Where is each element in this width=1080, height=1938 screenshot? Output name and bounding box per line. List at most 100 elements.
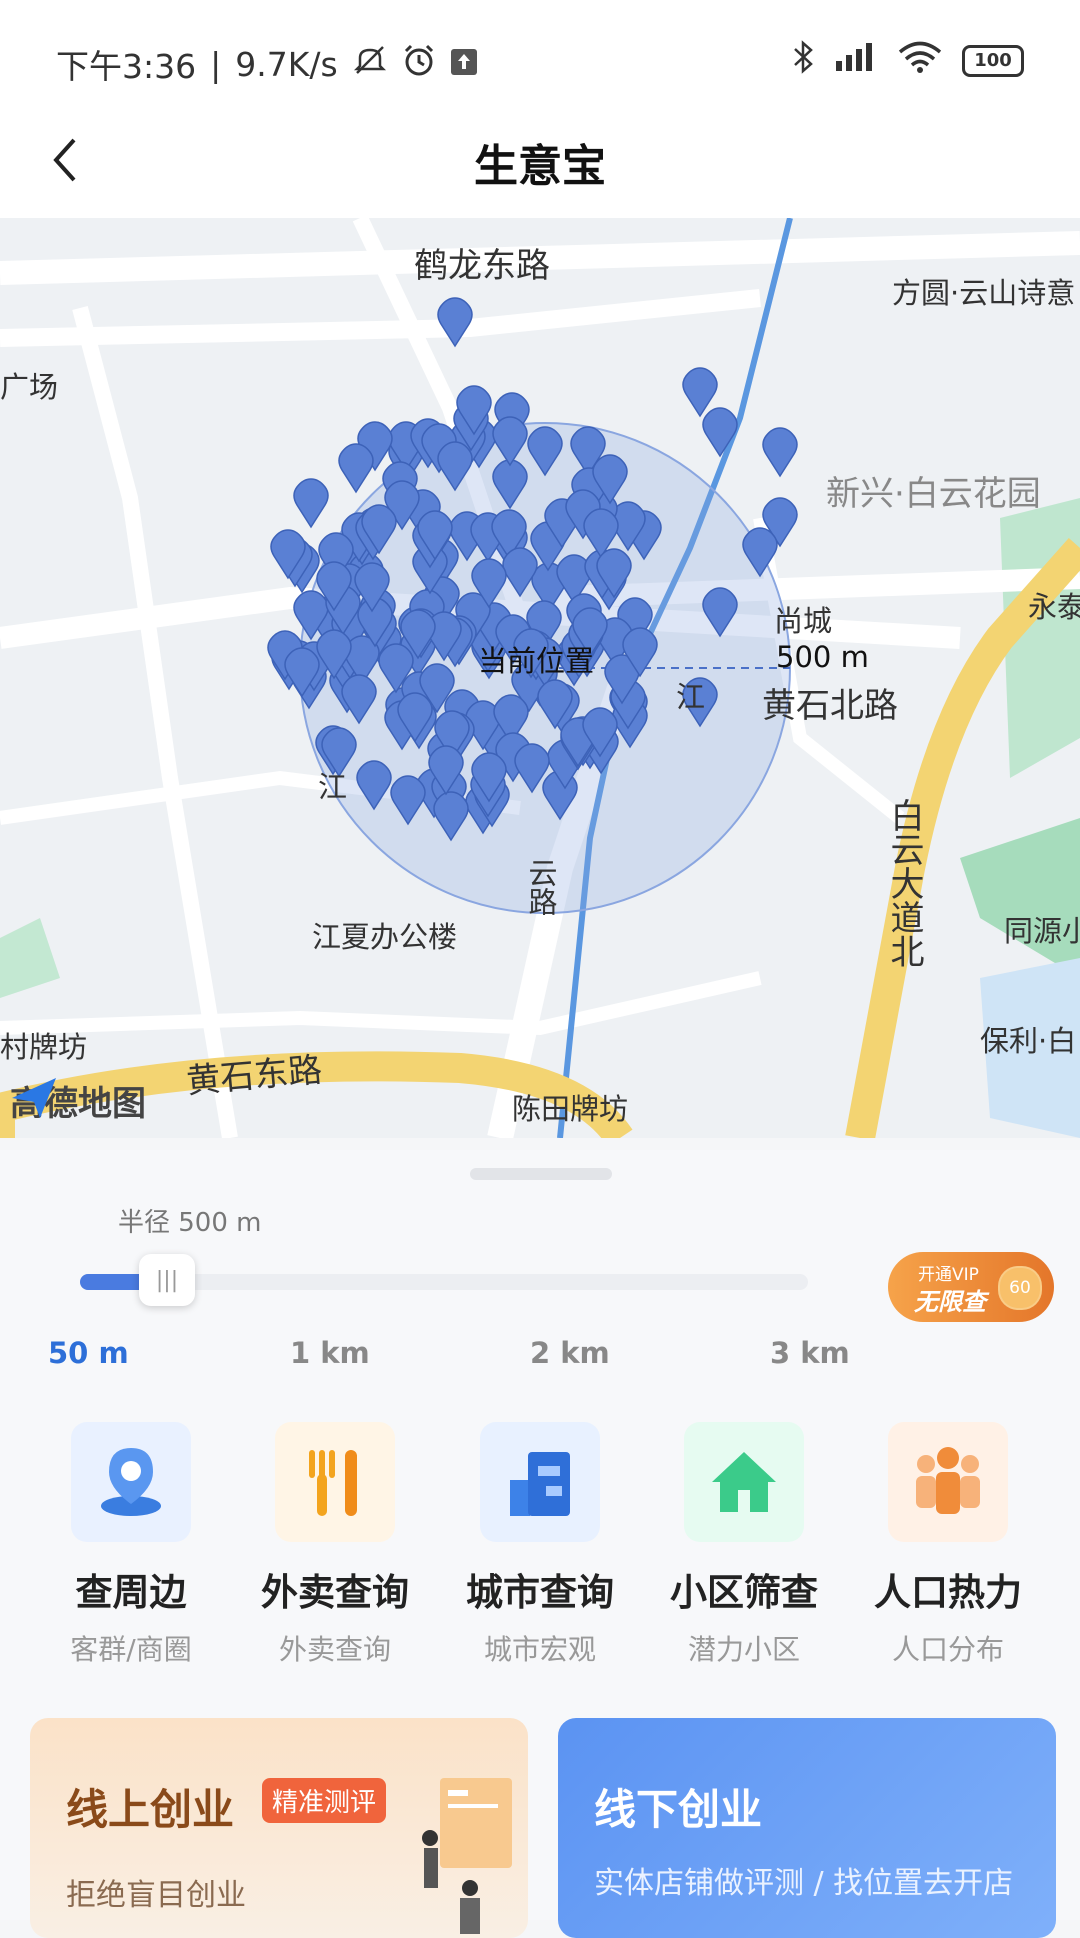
offline-startup-card[interactable]: 线下创业 实体店铺做评测 / 找位置去开店 bbox=[558, 1718, 1056, 1938]
radius-slider[interactable]: ||| bbox=[80, 1254, 808, 1306]
presentation-illustration-icon bbox=[422, 1778, 512, 1934]
feature-name: 城市查询 bbox=[466, 1571, 614, 1614]
map-pin-icon[interactable] bbox=[490, 415, 530, 467]
map-pin-icon[interactable] bbox=[395, 691, 435, 743]
map-pin-icon[interactable] bbox=[388, 774, 428, 826]
map-pin-icon[interactable] bbox=[469, 751, 509, 803]
bottom-sheet: 半径 500 m ||| 开通VIP 无限查 60 50 m 1 km 2 km… bbox=[0, 1150, 1080, 1938]
map-pin-icon[interactable] bbox=[512, 742, 552, 794]
feature-desc: 人口分布 bbox=[891, 1633, 1004, 1666]
map-pin-icon[interactable] bbox=[352, 561, 392, 613]
map-pin-icon[interactable] bbox=[268, 528, 308, 580]
map-label: 鹤龙东路 bbox=[414, 246, 550, 286]
map-label: 白云大道北 bbox=[884, 798, 924, 968]
tick-label-2km[interactable]: 2 km bbox=[530, 1336, 610, 1370]
sheet-drag-handle[interactable] bbox=[470, 1168, 612, 1180]
vip-coin-icon: 60 bbox=[998, 1266, 1042, 1310]
map-pin-icon[interactable] bbox=[740, 526, 780, 578]
vip-line2: 无限查 bbox=[914, 1288, 986, 1316]
map-pin-icon[interactable] bbox=[700, 586, 740, 638]
map-label: 陈田牌坊 bbox=[512, 1092, 629, 1126]
gaode-logo-icon bbox=[12, 1078, 56, 1118]
map-label: 保利·白 bbox=[980, 1024, 1077, 1058]
tick-label-3km[interactable]: 3 km bbox=[770, 1336, 850, 1370]
feature-name: 外卖查询 bbox=[261, 1571, 409, 1614]
map-label: 尚城 bbox=[774, 604, 833, 638]
wifi-icon bbox=[898, 41, 942, 80]
tick-label-50m[interactable]: 50 m bbox=[48, 1336, 129, 1370]
house-icon bbox=[684, 1422, 804, 1542]
people-icon bbox=[888, 1422, 1008, 1542]
alarm-icon bbox=[402, 43, 436, 85]
map-label: 村牌坊 bbox=[0, 1030, 88, 1064]
card-title: 线下创业 bbox=[594, 1785, 763, 1834]
map-pin-icon[interactable] bbox=[291, 477, 331, 529]
feature-desc: 外卖查询 bbox=[278, 1633, 391, 1666]
city-building-icon bbox=[480, 1422, 600, 1542]
fork-knife-icon bbox=[275, 1422, 395, 1542]
map-pin-icon[interactable] bbox=[535, 678, 575, 730]
map-label: 新兴·白云花园 bbox=[826, 474, 1041, 514]
map-label: 广场 bbox=[0, 370, 59, 404]
map-pin-icon[interactable] bbox=[435, 296, 475, 348]
map-pin-icon[interactable] bbox=[454, 384, 494, 436]
card-title: 线上创业 bbox=[66, 1785, 235, 1834]
map-pin-icon[interactable] bbox=[435, 440, 475, 492]
mute-icon bbox=[352, 44, 388, 84]
map-pin-icon[interactable] bbox=[760, 426, 800, 478]
map-label: 方圆·云山诗意 bbox=[892, 276, 1076, 310]
map-label: 江 bbox=[676, 680, 706, 714]
map-label: 同源小 bbox=[1004, 914, 1080, 948]
location-pin-icon bbox=[71, 1422, 191, 1542]
map-logo: 高德地图 bbox=[10, 1076, 146, 1125]
feature-desc: 潜力小区 bbox=[687, 1633, 800, 1666]
current-location-label: 当前位置 bbox=[478, 644, 595, 678]
map-pin-icon[interactable] bbox=[431, 790, 471, 842]
feature-name: 查周边 bbox=[75, 1571, 187, 1614]
feature-name: 人口热力 bbox=[874, 1571, 1022, 1614]
map-label: 云路 bbox=[524, 858, 558, 916]
map-pin-icon[interactable] bbox=[469, 557, 509, 609]
feature-city[interactable]: 城市查询 城市宏观 bbox=[438, 1422, 642, 1668]
card-tag: 精准测评 bbox=[262, 1778, 387, 1823]
map-pin-icon[interactable] bbox=[590, 453, 630, 505]
bluetooth-icon bbox=[792, 40, 814, 81]
radius-label: 半径 500 m bbox=[118, 1208, 262, 1238]
map-pin-icon[interactable] bbox=[336, 442, 376, 494]
feature-community[interactable]: 小区筛查 潜力小区 bbox=[642, 1422, 846, 1668]
page-title: 生意宝 bbox=[474, 141, 606, 192]
map-view[interactable]: 鹤龙东路 方圆·云山诗意 广场 新兴·白云花园 永泰 当前位置 尚城 500 m… bbox=[0, 218, 1080, 1138]
feature-population[interactable]: 人口热力 人口分布 bbox=[846, 1422, 1050, 1668]
vip-button[interactable]: 开通VIP 无限查 60 bbox=[888, 1252, 1054, 1322]
map-pin-icon[interactable] bbox=[314, 560, 354, 612]
status-right: 100 bbox=[792, 40, 1024, 81]
map-pin-icon[interactable] bbox=[594, 547, 634, 599]
map-label: 江夏办公楼 bbox=[312, 920, 458, 954]
slider-thumb[interactable]: ||| bbox=[139, 1254, 195, 1306]
map-pin-icon[interactable] bbox=[359, 503, 399, 555]
online-startup-card[interactable]: 线上创业 精准测评 拒绝盲目创业 bbox=[30, 1718, 528, 1938]
card-subtitle: 实体店铺做评测 / 找位置去开店 bbox=[594, 1866, 1014, 1901]
feature-delivery[interactable]: 外卖查询 外卖查询 bbox=[233, 1422, 437, 1668]
map-pin-icon[interactable] bbox=[525, 425, 565, 477]
map-label: 黄石北路 bbox=[762, 686, 898, 726]
map-pin-icon[interactable] bbox=[700, 406, 740, 458]
map-pin-icon[interactable] bbox=[415, 509, 455, 561]
map-pin-icon[interactable] bbox=[620, 626, 660, 678]
tick-label-1km[interactable]: 1 km bbox=[290, 1336, 370, 1370]
map-pin-icon[interactable] bbox=[426, 744, 466, 796]
map-pin-icon[interactable] bbox=[398, 608, 438, 660]
map-label: 永泰 bbox=[1028, 590, 1080, 624]
map-label: 江 bbox=[318, 770, 348, 804]
title-bar: 生意宝 bbox=[0, 110, 1080, 218]
map-pin-icon[interactable] bbox=[282, 646, 322, 698]
signal-icon bbox=[834, 41, 878, 80]
status-left: 下午3:36 | 9.7K/s bbox=[56, 40, 478, 88]
status-bar: 下午3:36 | 9.7K/s 100 bbox=[0, 0, 1080, 110]
map-pin-icon[interactable] bbox=[580, 706, 620, 758]
feature-nearby[interactable]: 查周边 客群/商圈 bbox=[29, 1422, 233, 1668]
feature-desc: 客群/商圈 bbox=[70, 1633, 192, 1666]
status-speed: 9.7K/s bbox=[235, 44, 338, 84]
status-separator: | bbox=[210, 44, 222, 84]
feature-desc: 城市宏观 bbox=[483, 1633, 596, 1666]
